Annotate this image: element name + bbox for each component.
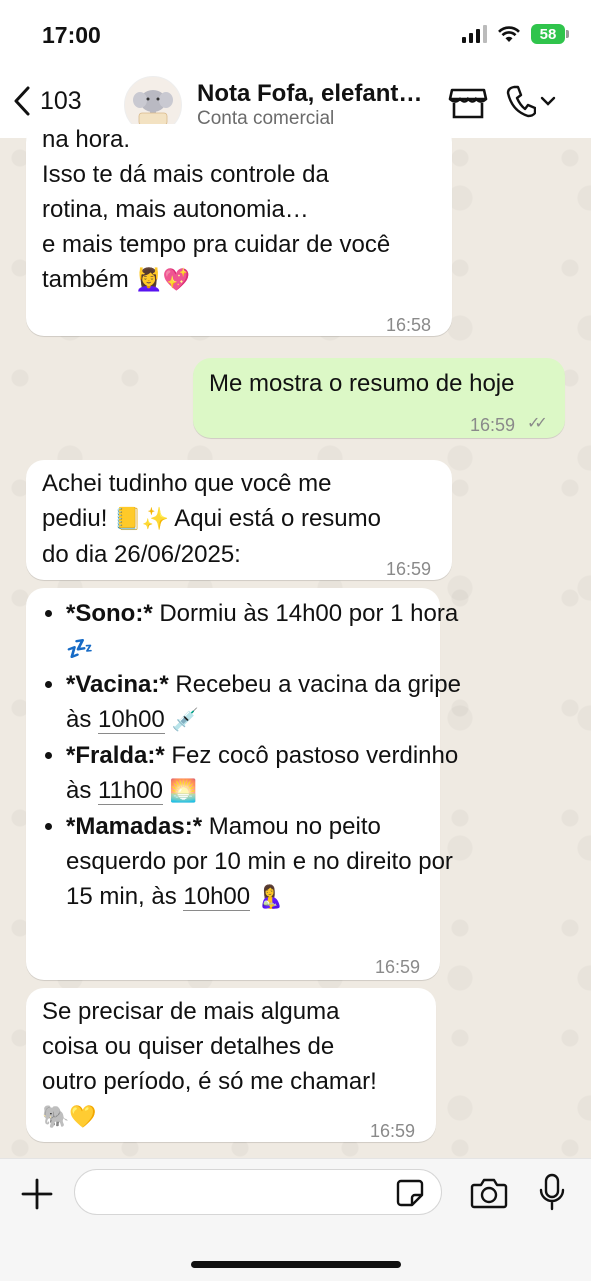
summary-list: *Sono:* Dormiu às 14h00 por 1 hora 💤 *Va… <box>28 596 466 915</box>
list-item: *Vacina:* Recebeu a vacina da gripe às 1… <box>66 667 466 738</box>
camera-icon <box>470 1178 508 1209</box>
time-link[interactable]: 10h00 <box>183 883 251 911</box>
cellular-signal-icon <box>462 25 487 43</box>
emoji: 📒✨ <box>114 507 169 532</box>
emoji: 💆‍♀️💖 <box>135 268 191 293</box>
emoji: 💤 <box>66 637 94 662</box>
chevron-down-icon <box>540 96 556 106</box>
item-label: *Fralda:* <box>66 742 165 769</box>
item-text: Fez cocô pastoso <box>171 742 360 769</box>
message-line: rotina, mais autonomia… <box>42 196 309 223</box>
read-receipt-icon: ✓✓ <box>527 415 548 432</box>
list-item: *Mamadas:* Mamou no peito esquerdo por 1… <box>66 809 466 915</box>
item-text: esquerdo por 10 min e no <box>66 848 340 875</box>
message-line: Se precisar de mais alguma <box>42 998 340 1025</box>
store-icon[interactable] <box>448 86 488 125</box>
emoji: 💉 <box>171 708 199 733</box>
sticker-button[interactable] <box>395 1178 425 1213</box>
message-line: pediu! 📒✨ Aqui está o resumo <box>42 501 442 537</box>
message-line-text: pediu! <box>42 505 108 532</box>
attach-button[interactable] <box>20 1177 54 1216</box>
message-incoming[interactable]: Achei tudinho que você me pediu! 📒✨ Aqui… <box>26 460 452 580</box>
message-line-text: também <box>42 266 129 293</box>
status-bar: 17:00 58 <box>0 0 591 70</box>
emoji: 🌅 <box>169 779 198 804</box>
message-time: 16:59 <box>370 1121 416 1141</box>
microphone-icon <box>539 1173 565 1211</box>
sticker-icon <box>396 1179 424 1207</box>
item-text: Recebeu a vacina <box>175 671 368 698</box>
emoji: 🐘💛 <box>42 1105 97 1130</box>
time-link[interactable]: 10h00 <box>98 706 165 734</box>
message-text: na hora. Isso te dá mais controle da rot… <box>42 122 442 298</box>
emoji: 🤱 <box>256 885 285 910</box>
phone-icon <box>506 85 536 118</box>
message-incoming-summary[interactable]: *Sono:* Dormiu às 14h00 por 1 hora 💤 *Va… <box>26 588 461 980</box>
message-time: 16:58 <box>386 315 432 335</box>
voice-call-button[interactable] <box>506 84 556 118</box>
message-line: do dia 26/06/2025: <box>42 541 241 568</box>
home-indicator[interactable] <box>191 1261 401 1268</box>
message-incoming[interactable]: Se precisar de mais alguma coisa ou quis… <box>26 988 436 1142</box>
camera-button[interactable] <box>470 1177 508 1214</box>
message-incoming[interactable]: na hora. Isso te dá mais controle da rot… <box>26 124 452 336</box>
list-item: *Fralda:* Fez cocô pastoso verdinho às 1… <box>66 738 466 809</box>
back-button[interactable]: 103 <box>12 84 82 118</box>
plus-icon <box>21 1178 53 1210</box>
item-text: 1 hora <box>390 600 459 627</box>
item-text: Mamou no peito <box>208 813 381 840</box>
message-time: 16:59 <box>386 559 432 579</box>
wifi-icon <box>498 26 520 42</box>
message-line-text: Aqui está o resumo <box>174 505 381 532</box>
message-text: Me mostra o resumo de hoje <box>209 370 515 397</box>
battery-icon: 58 <box>531 24 569 44</box>
message-input[interactable] <box>74 1169 442 1215</box>
message-time: 16:59 <box>470 415 516 435</box>
message-line: também 💆‍♀️💖 <box>42 262 442 298</box>
item-label: *Mamadas:* <box>66 813 203 840</box>
microphone-button[interactable] <box>538 1173 566 1216</box>
item-text: Dormiu às 14h00 por <box>159 600 384 627</box>
battery-level: 58 <box>539 25 557 43</box>
item-label: *Sono:* <box>66 600 153 627</box>
message-line: outro período, é só me chamar! <box>42 1068 377 1095</box>
message-line: coisa ou quiser detalhes de <box>42 1033 335 1060</box>
message-text: Achei tudinho que você me pediu! 📒✨ Aqui… <box>42 466 442 572</box>
item-label: *Vacina:* <box>66 671 169 698</box>
time-link[interactable]: 11h00 <box>98 777 163 805</box>
message-outgoing[interactable]: Me mostra o resumo de hoje 16:59 ✓✓ <box>193 358 565 438</box>
message-line: e mais tempo pra cuidar de você <box>42 231 391 258</box>
message-line: Achei tudinho que você me <box>42 470 332 497</box>
message-line: na hora. <box>42 126 131 153</box>
composer-bar <box>0 1158 591 1281</box>
contact-name[interactable]: Nota Fofa, elefant… <box>197 80 437 108</box>
list-item: *Sono:* Dormiu às 14h00 por 1 hora 💤 <box>66 596 466 667</box>
unread-count: 103 <box>40 86 82 115</box>
chevron-left-icon <box>14 86 30 116</box>
status-time: 17:00 <box>42 22 101 48</box>
message-line: Isso te dá mais controle da <box>42 161 329 188</box>
status-icons: 58 <box>462 24 569 44</box>
message-time: 16:59 <box>375 957 421 977</box>
